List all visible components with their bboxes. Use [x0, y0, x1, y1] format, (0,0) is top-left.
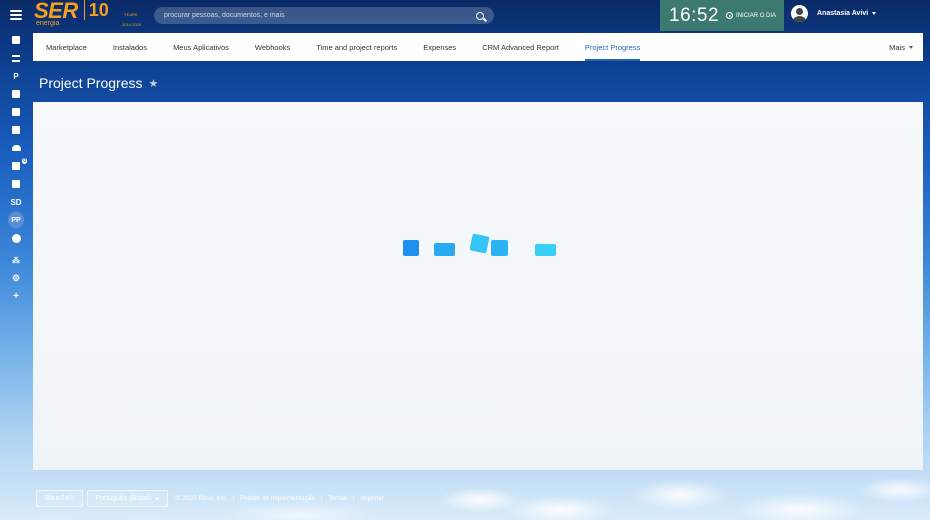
- sidebar-item-sitemap[interactable]: ⁂: [0, 251, 32, 269]
- bitrix24-button[interactable]: Bitrix24©: [36, 490, 83, 507]
- menu-icon[interactable]: [10, 9, 22, 21]
- print-link[interactable]: Imprimir: [353, 495, 389, 502]
- top-nav: Marketplace Instalados Meus Aplicativos …: [33, 33, 923, 61]
- avatar: [791, 5, 808, 22]
- sidebar-item-calendar[interactable]: [0, 175, 32, 193]
- sidebar-item-chat[interactable]: 0: [0, 157, 32, 175]
- tab-instalados[interactable]: Instalados: [100, 33, 160, 61]
- logo-years: YEARS: [124, 12, 138, 17]
- sidebar-item-tasks[interactable]: [0, 103, 32, 121]
- tab-expenses[interactable]: Expenses: [410, 33, 469, 61]
- sidebar-item-label: SD: [10, 197, 22, 207]
- left-sidebar: P 0 SD PP ⁂ ⚙ +: [0, 0, 32, 520]
- themes-link[interactable]: Temas: [321, 495, 353, 502]
- logo-anniversary: 10: [83, 0, 109, 20]
- gear-icon: ⚙: [11, 272, 21, 283]
- search-placeholder: procurar pessoas, documentos, e mais: [164, 12, 285, 19]
- sidebar-item-sd[interactable]: SD: [0, 193, 32, 211]
- logo-sub: energia: [36, 20, 60, 27]
- tab-marketplace[interactable]: Marketplace: [33, 33, 100, 61]
- sidebar-item-mail[interactable]: [0, 85, 32, 103]
- loader-block: [491, 240, 508, 256]
- clock-time: 16:52: [669, 4, 720, 26]
- chevron-down-icon: [154, 497, 159, 500]
- sidebar-item-feed[interactable]: [0, 31, 32, 49]
- logo-brand: SER: [34, 0, 78, 23]
- play-icon: [726, 12, 734, 19]
- loading-indicator: [33, 102, 923, 470]
- tab-project-progress[interactable]: Project Progress: [572, 33, 653, 61]
- chat-icon: [12, 162, 20, 170]
- plus-icon: +: [13, 290, 19, 302]
- tab-time-and-project-reports[interactable]: Time and project reports: [303, 33, 410, 61]
- logo-range: 2010-2020: [122, 22, 142, 27]
- language-select[interactable]: Português (Brasil): [86, 490, 168, 507]
- tab-crm-advanced-report[interactable]: CRM Advanced Report: [469, 33, 572, 61]
- chevron-down-icon: [872, 12, 877, 15]
- search-icon[interactable]: [476, 11, 484, 20]
- sidebar-item-people[interactable]: [0, 139, 32, 157]
- page-title: Project Progress ★: [39, 75, 158, 91]
- sitemap-icon: ⁂: [12, 255, 20, 265]
- copyright-text: © 2020 Bitrix, Inc.: [175, 495, 227, 502]
- mail-icon: [12, 90, 20, 98]
- start-day-label: INICIAR O DIA: [736, 12, 777, 19]
- tab-meus-aplicativos[interactable]: Meus Aplicativos: [160, 33, 242, 61]
- user-name: Anastasia Avivi: [817, 10, 869, 17]
- chevron-down-icon: [909, 45, 913, 49]
- start-day-button[interactable]: INICIAR O DIA: [726, 12, 776, 19]
- company-logo[interactable]: SER 10 energia YEARS 2010-2020: [34, 0, 141, 30]
- sidebar-item-drive[interactable]: [0, 121, 32, 139]
- footer: Bitrix24© Português (Brasil) © 2020 Bitr…: [36, 490, 390, 507]
- pp-icon: PP: [8, 212, 24, 228]
- chat-counter: 0: [22, 158, 27, 164]
- sidebar-item-label: P: [13, 71, 19, 81]
- sidebar-item-add[interactable]: +: [0, 287, 32, 305]
- tab-webhooks[interactable]: Webhooks: [242, 33, 303, 61]
- clock-panel: 16:52 INICIAR O DIA: [660, 0, 784, 31]
- language-label: Português (Brasil): [95, 495, 152, 502]
- filter-icon: [12, 54, 20, 62]
- app-frame: [33, 102, 923, 470]
- more-label: Mais: [889, 42, 905, 52]
- task-icon: [12, 108, 20, 116]
- minus-circle-icon: [11, 233, 21, 243]
- page-title-text: Project Progress: [39, 75, 143, 91]
- sidebar-item-p[interactable]: P: [0, 67, 32, 85]
- sidebar-item-filter[interactable]: [0, 49, 32, 67]
- feed-icon: [12, 36, 20, 44]
- loader-block: [535, 244, 556, 256]
- search-input[interactable]: procurar pessoas, documentos, e mais: [154, 7, 494, 24]
- loader-block: [469, 233, 490, 254]
- implementation-link[interactable]: Pedido de implementação: [232, 495, 321, 502]
- drive-icon: [12, 126, 20, 134]
- sidebar-item-collapse[interactable]: [0, 229, 32, 247]
- loader-block: [434, 243, 455, 256]
- loader-block: [403, 240, 419, 256]
- more-menu[interactable]: Mais: [889, 33, 913, 61]
- user-menu[interactable]: Anastasia Avivi: [791, 5, 877, 22]
- calendar-icon: [12, 180, 20, 188]
- sidebar-item-settings[interactable]: ⚙: [0, 269, 32, 287]
- sidebar-item-pp[interactable]: PP: [0, 211, 32, 229]
- people-icon: [11, 145, 21, 151]
- star-icon[interactable]: ★: [148, 77, 158, 90]
